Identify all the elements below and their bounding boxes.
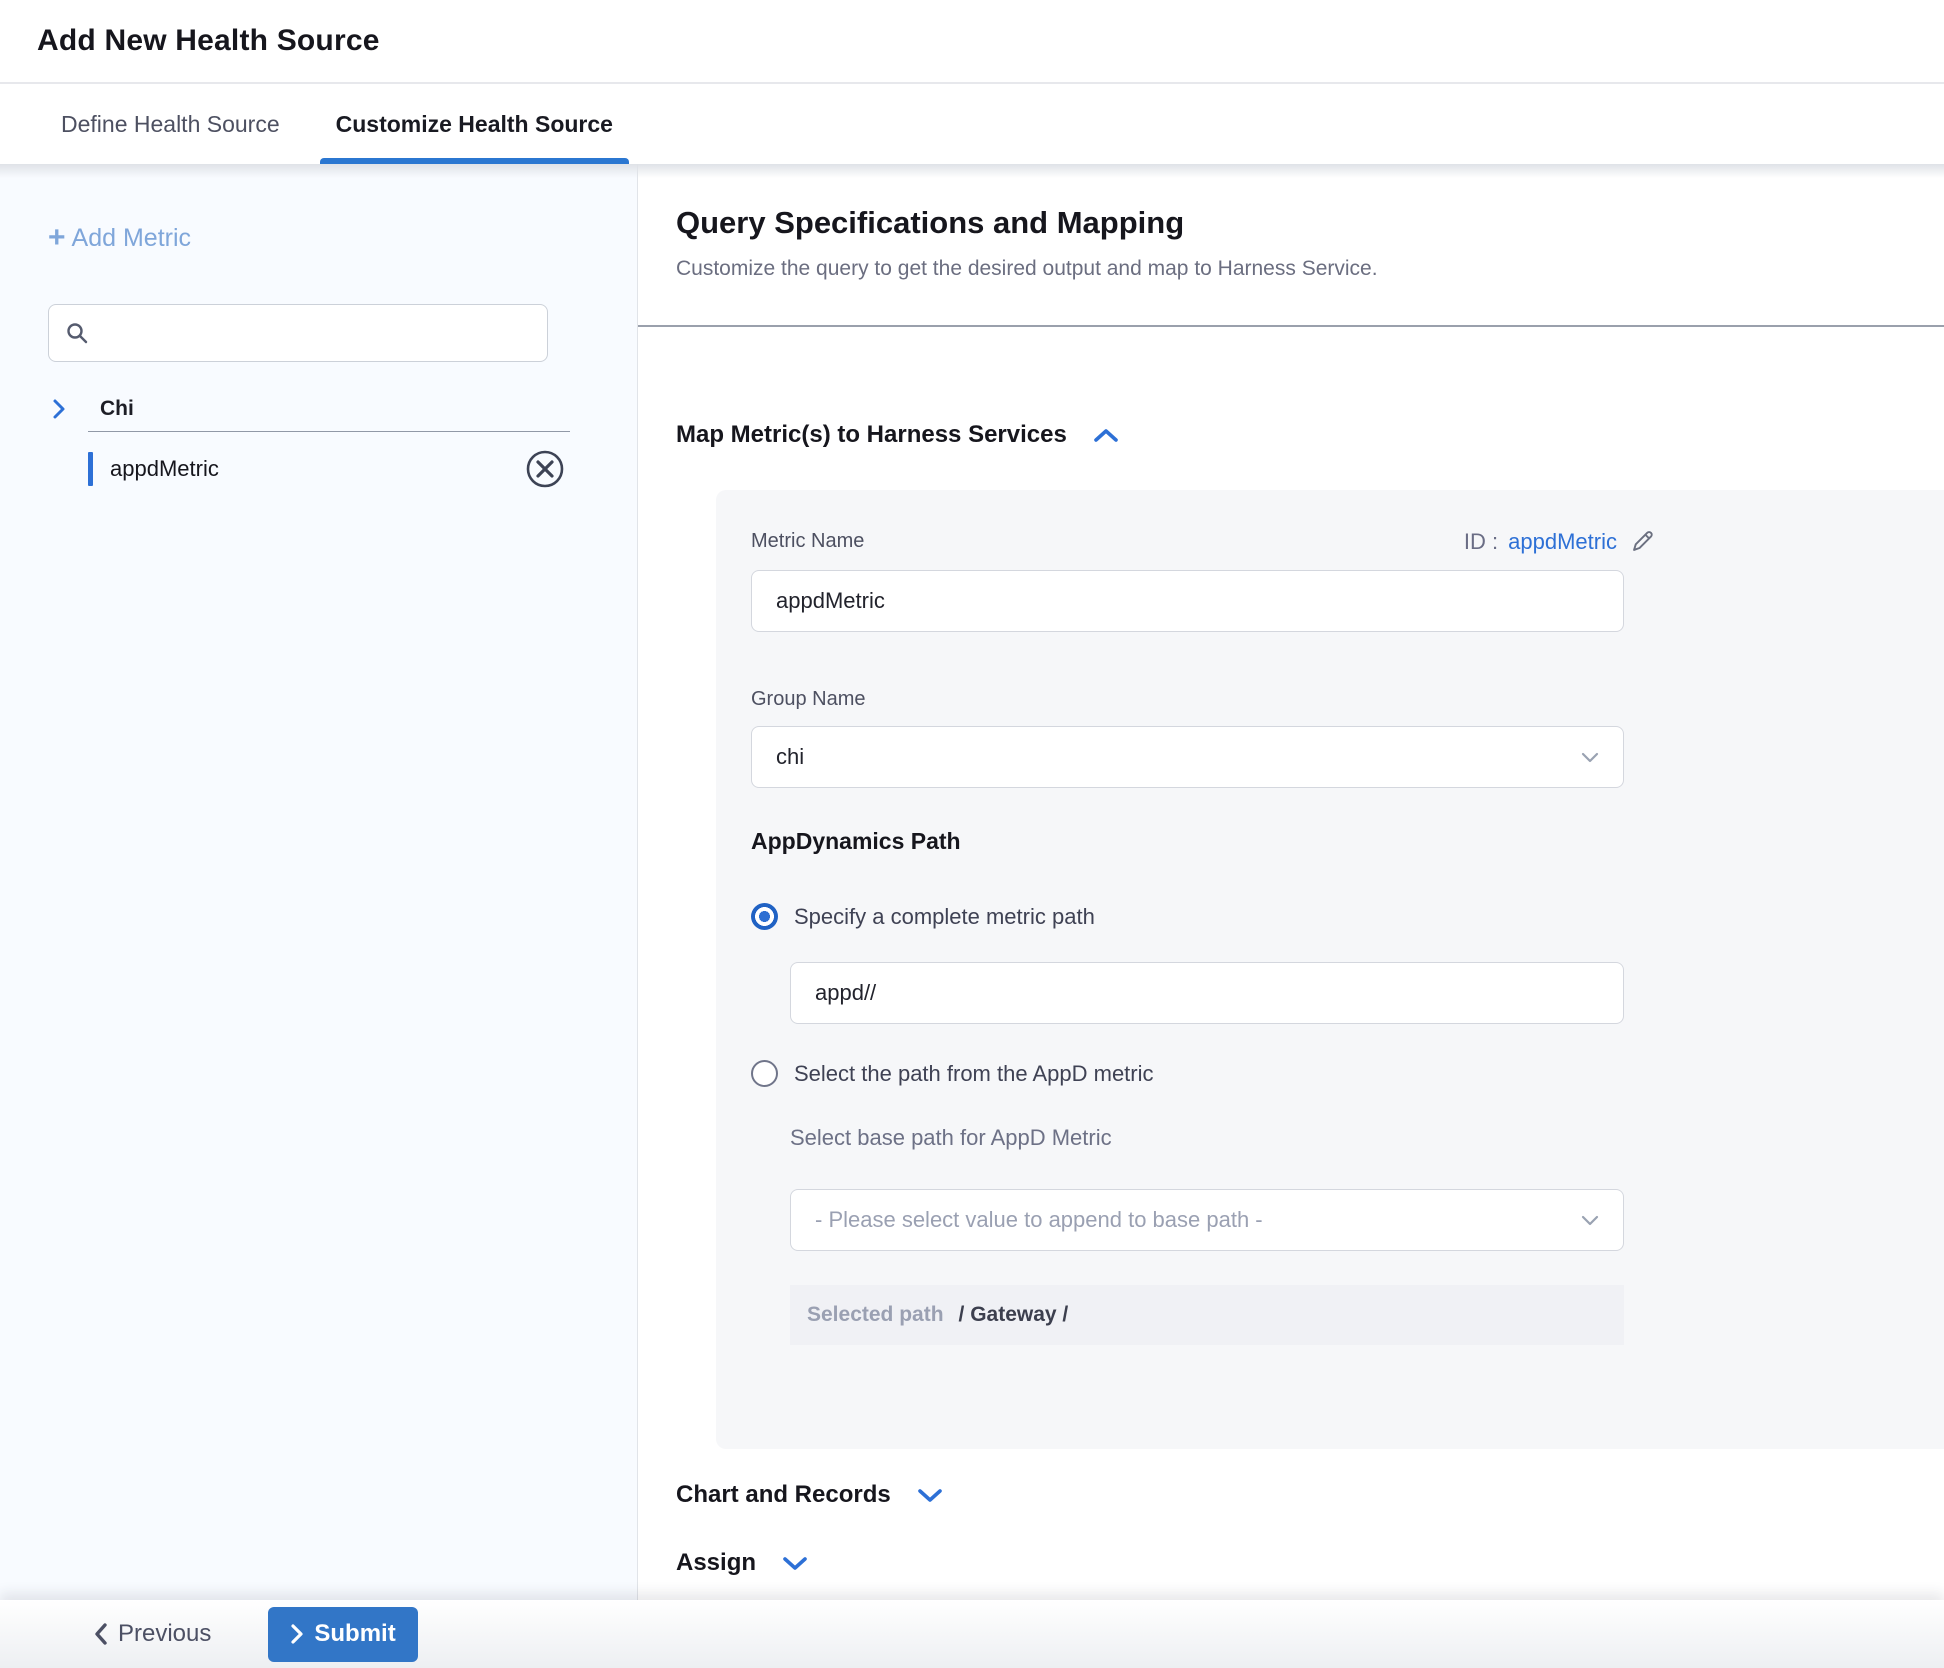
base-path-select[interactable]: - Please select value to append to base … <box>790 1189 1624 1251</box>
search-input[interactable] <box>99 322 531 345</box>
metrics-sidebar: + Add Metric Chi appdMetric <box>0 164 638 1600</box>
section-heading-label: Map Metric(s) to Harness Services <box>676 421 1067 449</box>
group-label: Chi <box>100 397 134 421</box>
dialog-header: Add New Health Source <box>0 0 1944 84</box>
metric-id-label: ID : <box>1464 529 1498 555</box>
plus-icon: + <box>48 223 66 253</box>
tab-label: Customize Health Source <box>336 111 613 138</box>
metric-path-input[interactable] <box>790 962 1624 1024</box>
appdynamics-path-heading: AppDynamics Path <box>751 828 1944 855</box>
previous-label: Previous <box>118 1620 211 1648</box>
group-name-select[interactable]: chi <box>751 726 1624 788</box>
metric-id-group: ID : appdMetric <box>1464 528 1656 555</box>
section-heading-label: Chart and Records <box>676 1481 891 1509</box>
metric-search-box <box>48 304 548 362</box>
query-spec-panel: Query Specifications and Mapping Customi… <box>638 164 1944 1600</box>
map-metrics-section-heading: Map Metric(s) to Harness Services <box>676 421 1944 449</box>
chevron-down-icon <box>1581 1215 1599 1226</box>
base-path-placeholder: - Please select value to append to base … <box>815 1207 1263 1233</box>
add-metric-label: Add Metric <box>72 224 191 253</box>
content-area: + Add Metric Chi appdMetric <box>0 164 1944 1600</box>
search-icon <box>65 321 89 345</box>
metric-name-input[interactable] <box>751 570 1624 632</box>
radio-label: Specify a complete metric path <box>794 904 1095 930</box>
pencil-icon <box>1629 528 1656 555</box>
metric-mapping-card: Metric Name ID : appdMetric Group Name c… <box>716 490 1944 1449</box>
tab-bar: Define Health Source Customize Health So… <box>0 84 1944 164</box>
panel-divider <box>638 325 1944 327</box>
assign-section-heading: Assign <box>676 1549 1944 1577</box>
radio-selected-icon[interactable] <box>751 903 778 930</box>
expand-section-button[interactable] <box>913 1484 947 1507</box>
selected-path-value: / Gateway / <box>959 1303 1069 1327</box>
expand-section-button[interactable] <box>778 1552 812 1575</box>
remove-metric-icon[interactable] <box>524 448 566 490</box>
tab-customize-health-source[interactable]: Customize Health Source <box>328 84 621 164</box>
group-name-label: Group Name <box>751 688 1944 711</box>
footer-bar: Previous Submit <box>0 1600 1944 1668</box>
chevron-down-icon <box>1581 752 1599 763</box>
tab-label: Define Health Source <box>61 111 280 138</box>
add-metric-button[interactable]: + Add Metric <box>48 223 191 253</box>
selected-path-label: Selected path <box>807 1303 944 1327</box>
metric-name-label: Metric Name <box>751 530 864 553</box>
chevron-down-icon <box>782 1556 808 1571</box>
metric-name-row: Metric Name ID : appdMetric <box>751 528 1656 555</box>
page-title: Add New Health Source <box>37 24 380 58</box>
sidebar-item-appdmetric[interactable]: appdMetric <box>88 444 576 494</box>
radio-unselected-icon[interactable] <box>751 1060 778 1087</box>
chevron-up-icon <box>1093 428 1119 443</box>
sidebar-group-chi[interactable]: Chi <box>0 389 637 429</box>
section-heading-label: Assign <box>676 1549 756 1577</box>
metric-item-label: appdMetric <box>110 456 524 482</box>
group-name-value: chi <box>776 744 804 770</box>
panel-subtitle: Customize the query to get the desired o… <box>676 257 1944 281</box>
chevron-left-icon <box>93 1622 108 1646</box>
chevron-down-icon <box>917 1488 943 1503</box>
radio-label: Select the path from the AppD metric <box>794 1061 1154 1087</box>
base-path-label: Select base path for AppD Metric <box>790 1125 1944 1151</box>
previous-button[interactable]: Previous <box>93 1620 211 1648</box>
radio-select-path-from-appd[interactable]: Select the path from the AppD metric <box>751 1060 1944 1087</box>
tab-define-health-source[interactable]: Define Health Source <box>53 84 288 164</box>
panel-title: Query Specifications and Mapping <box>676 205 1944 241</box>
submit-button[interactable]: Submit <box>268 1607 417 1662</box>
edit-id-button[interactable] <box>1629 528 1656 555</box>
sidebar-divider <box>88 431 570 432</box>
chevron-right-icon <box>52 398 66 420</box>
selected-path-box: Selected path / Gateway / <box>790 1285 1624 1345</box>
metric-id-value: appdMetric <box>1508 529 1617 555</box>
radio-complete-metric-path[interactable]: Specify a complete metric path <box>751 903 1944 930</box>
selected-indicator-bar <box>88 452 93 486</box>
collapse-section-button[interactable] <box>1089 424 1123 447</box>
submit-label: Submit <box>314 1620 395 1648</box>
chevron-right-icon <box>290 1623 304 1645</box>
chart-and-records-section-heading: Chart and Records <box>676 1481 1944 1509</box>
